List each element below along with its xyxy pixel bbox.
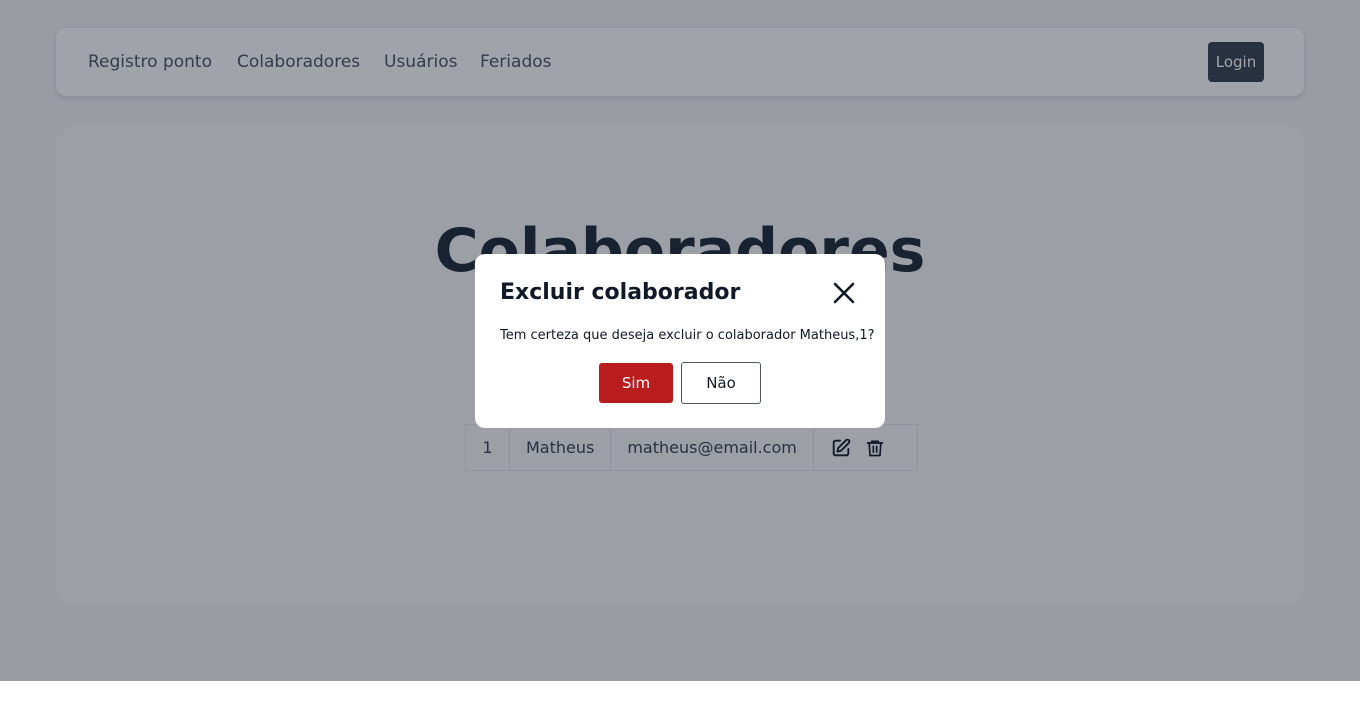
delete-confirmation-modal: Excluir colaborador Tem certeza que dese… <box>475 254 885 428</box>
close-icon[interactable] <box>831 280 857 306</box>
modal-message: Tem certeza que deseja excluir o colabor… <box>500 328 875 343</box>
app-background: Registro ponto Colaboradores Usuários Fe… <box>0 0 1360 681</box>
modal-title: Excluir colaborador <box>500 280 741 305</box>
cancel-delete-button[interactable]: Não <box>681 362 761 404</box>
confirm-delete-button[interactable]: Sim <box>599 363 673 403</box>
